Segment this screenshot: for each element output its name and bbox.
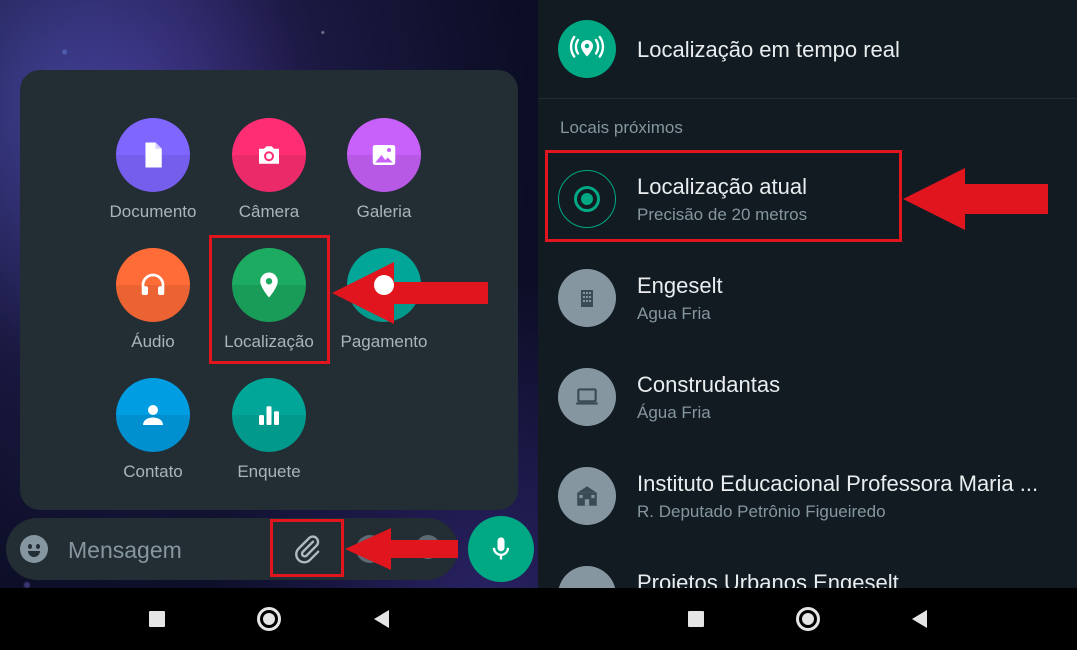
attach-payment-label: Pagamento xyxy=(340,332,428,351)
place-address: Agua Fria xyxy=(637,304,711,323)
mic-button[interactable] xyxy=(468,516,534,582)
recents-button[interactable] xyxy=(684,607,708,631)
attach-audio-label: Áudio xyxy=(131,332,175,351)
attach-gallery-label: Galeria xyxy=(356,202,412,221)
back-button[interactable] xyxy=(908,607,932,631)
android-nav-bar xyxy=(538,588,1077,650)
android-nav-bar xyxy=(0,588,538,650)
computer-icon xyxy=(558,368,616,426)
place-row[interactable]: Construdantas Água Fria xyxy=(538,348,1077,446)
live-location-title: Localização em tempo real xyxy=(637,37,900,62)
attach-audio-button[interactable]: Áudio xyxy=(93,248,213,352)
contact-icon xyxy=(116,378,190,452)
place-address: Água Fria xyxy=(637,403,711,422)
poll-icon xyxy=(232,378,306,452)
microphone-icon xyxy=(492,537,510,560)
place-title: Construdantas xyxy=(637,372,781,397)
document-icon xyxy=(116,118,190,192)
place-title: Engeselt xyxy=(637,273,723,298)
live-location-icon xyxy=(558,20,616,78)
place-row[interactable]: Engeselt Agua Fria xyxy=(538,249,1077,347)
back-button[interactable] xyxy=(369,607,393,631)
attach-poll-button[interactable]: Enquete xyxy=(209,378,329,482)
attach-contact-button[interactable]: Contato xyxy=(93,378,213,482)
attach-contact-label: Contato xyxy=(123,462,183,481)
attach-poll-label: Enquete xyxy=(237,462,301,481)
attach-gallery-button[interactable]: Galeria xyxy=(324,118,444,222)
headphones-icon xyxy=(116,248,190,322)
current-location-arrow-annotation xyxy=(903,168,1048,230)
gallery-icon xyxy=(347,118,421,192)
paperclip-arrow-annotation xyxy=(345,528,458,570)
emoji-icon[interactable] xyxy=(20,535,48,563)
home-button[interactable] xyxy=(795,607,820,631)
attach-camera-button[interactable]: Câmera xyxy=(209,118,329,222)
location-arrow-annotation xyxy=(332,262,488,324)
attach-camera-label: Câmera xyxy=(238,202,300,221)
current-location-highlight-box xyxy=(545,150,902,242)
camera-icon xyxy=(232,118,306,192)
place-title: Instituto Educacional Professora Maria .… xyxy=(637,471,1039,496)
building-icon xyxy=(558,269,616,327)
live-location-row[interactable]: Localização em tempo real xyxy=(538,0,1077,98)
message-input[interactable] xyxy=(66,532,270,568)
recents-button[interactable] xyxy=(145,607,169,631)
paperclip-highlight-box xyxy=(270,519,344,577)
divider xyxy=(538,98,1077,99)
place-address: R. Deputado Petrônio Figueiredo xyxy=(637,502,886,521)
nearby-places-label: Locais próximos xyxy=(560,118,683,137)
home-button[interactable] xyxy=(257,607,281,631)
location-picker-screen: Localização em tempo real Locais próximo… xyxy=(538,0,1077,650)
school-icon xyxy=(558,467,616,525)
attach-document-label: Documento xyxy=(109,202,197,221)
attach-document-button[interactable]: Documento xyxy=(93,118,213,222)
chat-screen: Documento Câmera Galeria Áudio Localizaç… xyxy=(0,0,538,650)
place-row[interactable]: Instituto Educacional Professora Maria .… xyxy=(538,447,1077,545)
